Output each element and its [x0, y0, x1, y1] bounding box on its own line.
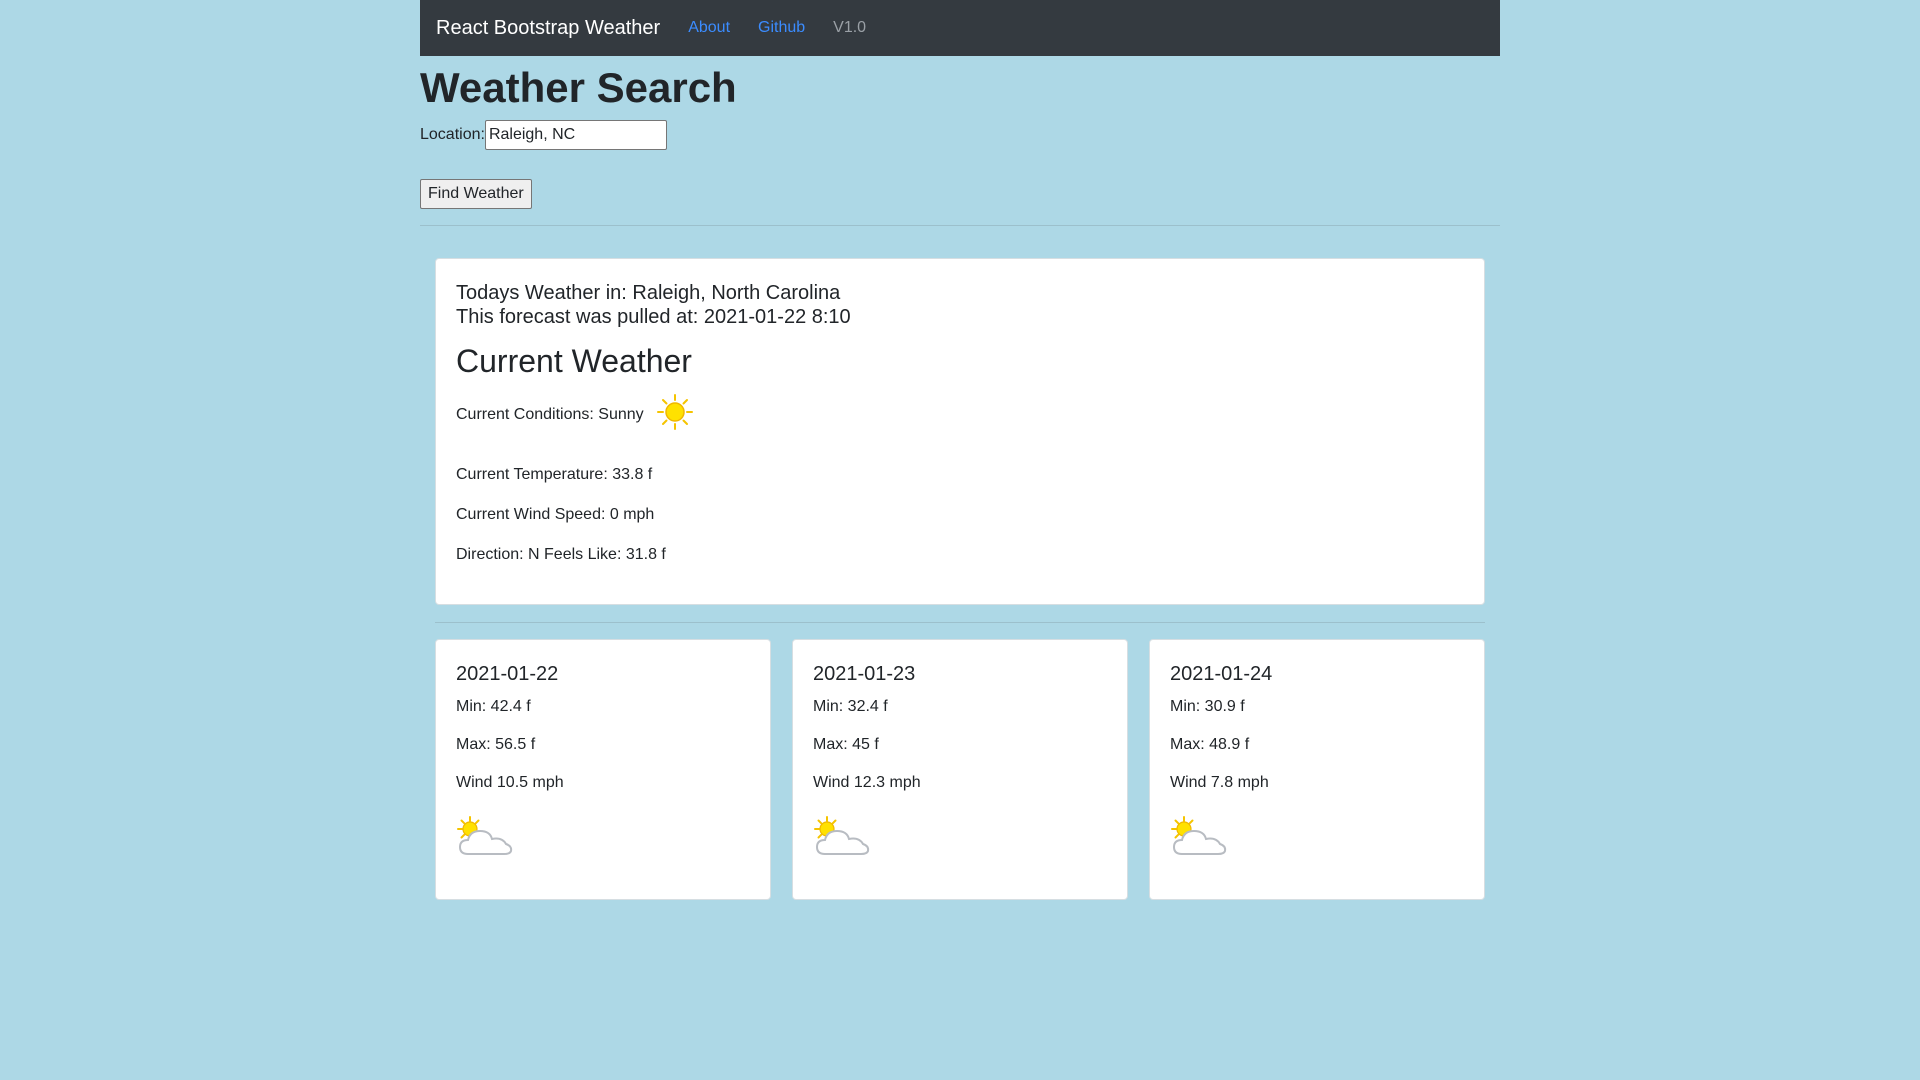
location-label: Location:	[420, 126, 485, 143]
partly-cloudy-icon	[456, 816, 750, 863]
forecast-date: 2021-01-23	[813, 663, 916, 685]
direction-feels-like: Direction: N Feels Like: 31.8 f	[456, 546, 666, 563]
forecast-wind: Wind 7.8 mph	[1170, 774, 1269, 791]
forecast-card: 2021-01-24 Min: 30.9 f Max: 48.9 f Wind …	[1149, 639, 1485, 900]
forecast-max: Max: 48.9 f	[1170, 736, 1250, 753]
current-weather-card: Todays Weather in: Raleigh, North Caroli…	[435, 258, 1485, 605]
navbar: React Bootstrap Weather About Github V1.…	[420, 0, 1500, 56]
forecast-min: Min: 32.4 f	[813, 698, 888, 715]
location-heading: Todays Weather in: Raleigh, North Caroli…	[456, 282, 841, 304]
forecast-wind: Wind 12.3 mph	[813, 774, 921, 791]
nav-link-about[interactable]: About	[688, 19, 730, 37]
location-row: Location:	[420, 120, 1500, 150]
page-title: Weather Search	[420, 64, 737, 111]
conditions-row: Current Conditions: Sunny	[456, 393, 1464, 436]
current-weather-title: Current Weather	[456, 343, 692, 379]
pulled-time-heading: This forecast was pulled at: 2021-01-22 …	[456, 306, 851, 328]
divider	[420, 225, 1500, 226]
divider	[435, 622, 1485, 623]
navbar-brand[interactable]: React Bootstrap Weather	[436, 17, 660, 40]
conditions-text: Current Conditions: Sunny	[456, 405, 644, 423]
forecast-min: Min: 42.4 f	[456, 698, 531, 715]
nav-link-github[interactable]: Github	[758, 19, 805, 37]
forecast-date: 2021-01-22	[456, 663, 559, 685]
forecast-max: Max: 56.5 f	[456, 736, 536, 753]
forecast-card: 2021-01-23 Min: 32.4 f Max: 45 f Wind 12…	[792, 639, 1128, 900]
forecast-min: Min: 30.9 f	[1170, 698, 1245, 715]
forecast-date: 2021-01-24	[1170, 663, 1273, 685]
current-wind-speed: Current Wind Speed: 0 mph	[456, 506, 655, 523]
forecast-row: 2021-01-22 Min: 42.4 f Max: 56.5 f Wind …	[435, 639, 1485, 900]
page-container: React Bootstrap Weather About Github V1.…	[420, 0, 1500, 900]
partly-cloudy-icon	[1170, 816, 1464, 863]
forecast-wind: Wind 10.5 mph	[456, 774, 564, 791]
version-label: V1.0	[833, 19, 867, 36]
find-weather-button[interactable]: Find Weather	[420, 179, 532, 209]
sun-icon	[656, 393, 694, 436]
partly-cloudy-icon	[813, 816, 1107, 863]
forecast-max: Max: 45 f	[813, 736, 879, 753]
current-temperature: Current Temperature: 33.8 f	[456, 466, 653, 483]
location-input[interactable]	[484, 120, 667, 150]
forecast-card: 2021-01-22 Min: 42.4 f Max: 56.5 f Wind …	[435, 639, 771, 900]
